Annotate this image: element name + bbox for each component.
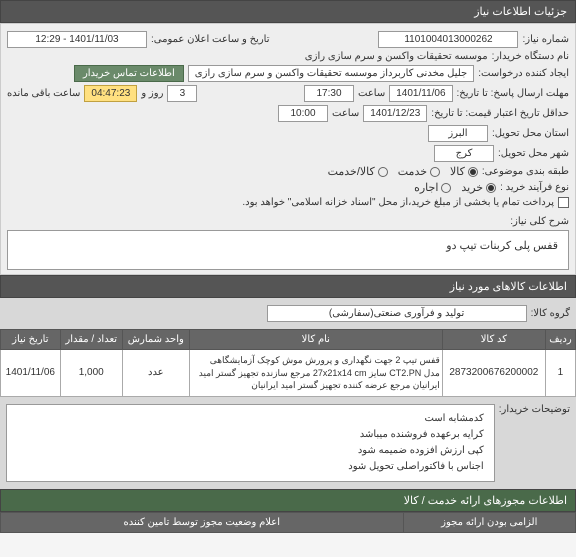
col-unit: واحد شمارش <box>122 330 189 350</box>
label-buy-type: نوع فرآیند خرید : <box>500 182 569 193</box>
field-announce: 1401/11/03 - 12:29 <box>7 31 147 48</box>
radio-kala[interactable]: کالا <box>450 165 478 178</box>
field-need-no: 1101004013000262 <box>378 31 518 48</box>
buy-type-radio-group: خرید اجاره <box>414 181 496 194</box>
field-requester: جلیل مخدنی کاربرداز موسسه تحقیقات واکسن … <box>188 65 474 82</box>
label-deadline: مهلت ارسال پاسخ: تا تاریخ: <box>457 88 569 99</box>
table-row: 1 2873200676200002 قفس تیپ 2 جهت نگهداری… <box>1 350 576 397</box>
label-need-no: شماره نیاز: <box>522 34 569 45</box>
header-permits: اطلاعات مجوزهای ارائه خدمت / کالا <box>0 489 576 512</box>
permits-table: الزامی بودن ارائه مجوز اعلام وضعیت مجوز … <box>0 512 576 533</box>
label-province: استان محل تحویل: <box>492 128 569 139</box>
label-requester: ایجاد کننده درخواست: <box>478 68 569 79</box>
label-general-desc: شرح کلی نیاز: <box>510 216 569 227</box>
field-valid-time: 10:00 <box>278 105 328 122</box>
col-idx: ردیف <box>545 330 575 350</box>
col-qty: تعداد / مقدار <box>60 330 122 350</box>
field-province: البرز <box>428 125 488 142</box>
field-valid-date: 1401/12/23 <box>363 105 427 122</box>
goods-table: ردیف کد کالا نام کالا واحد شمارش تعداد /… <box>0 329 576 397</box>
field-city: کرج <box>434 145 494 162</box>
col-code: کد کالا <box>442 330 545 350</box>
treasury-checkbox[interactable] <box>558 197 569 208</box>
label-classification: طبقه بندی موضوعی: <box>482 166 569 177</box>
value-buyer-org: موسسه تحقیقات واکسن و سرم سازی رازی <box>305 51 488 62</box>
col-permit-status: اعلام وضعیت مجوز توسط تامین کننده <box>1 512 404 532</box>
field-deadline-time: 17:30 <box>304 85 354 102</box>
label-payment-note: پرداخت تمام یا بخشی از مبلغ خرید،از محل … <box>242 197 554 208</box>
label-announce: تاریخ و ساعت اعلان عمومی: <box>151 34 270 45</box>
contact-buyer-button[interactable]: اطلاعات تماس خریدار <box>74 65 184 82</box>
radio-khedmat[interactable]: خدمت <box>398 165 440 178</box>
field-days-left: 3 <box>167 85 197 102</box>
radio-ejare[interactable]: اجاره <box>414 181 451 194</box>
label-hour-1: ساعت <box>358 88 385 99</box>
countdown-timer: 04:47:23 <box>84 85 137 102</box>
general-desc-box: قفس پلی کربنات تیپ دو <box>7 230 569 270</box>
label-remaining: ساعت باقی مانده <box>7 88 80 99</box>
field-goods-group: تولید و فرآوری صنعتی(سفارشی) <box>267 305 527 322</box>
radio-kala-khedmat[interactable]: کالا/خدمت <box>328 165 388 178</box>
col-name: نام کالا <box>189 330 442 350</box>
label-buyer-org: نام دستگاه خریدار: <box>492 51 569 62</box>
label-day-and: روز و <box>141 88 163 99</box>
label-city: شهر محل تحویل: <box>498 148 569 159</box>
radio-kharid[interactable]: خرید <box>461 181 496 194</box>
label-valid-from: حداقل تاریخ اعتبار قیمت: تا تاریخ: <box>431 108 569 119</box>
header-goods: اطلاعات کالاهای مورد نیاز <box>0 275 576 298</box>
field-deadline-date: 1401/11/06 <box>389 85 452 102</box>
col-mandatory: الزامی بودن ارائه مجوز <box>403 512 576 532</box>
label-hour-2: ساعت <box>332 108 359 119</box>
header-main: جزئیات اطلاعات نیاز <box>0 0 576 23</box>
label-buyer-notes: توضیحات خریدار: <box>499 404 570 415</box>
label-goods-group: گروه کالا: <box>531 308 570 319</box>
col-date: تاریخ نیاز <box>1 330 61 350</box>
buyer-notes-box: کدمشابه است کرایه برعهده فروشنده میباشد … <box>6 404 495 482</box>
classification-radio-group: کالا خدمت کالا/خدمت <box>328 165 478 178</box>
